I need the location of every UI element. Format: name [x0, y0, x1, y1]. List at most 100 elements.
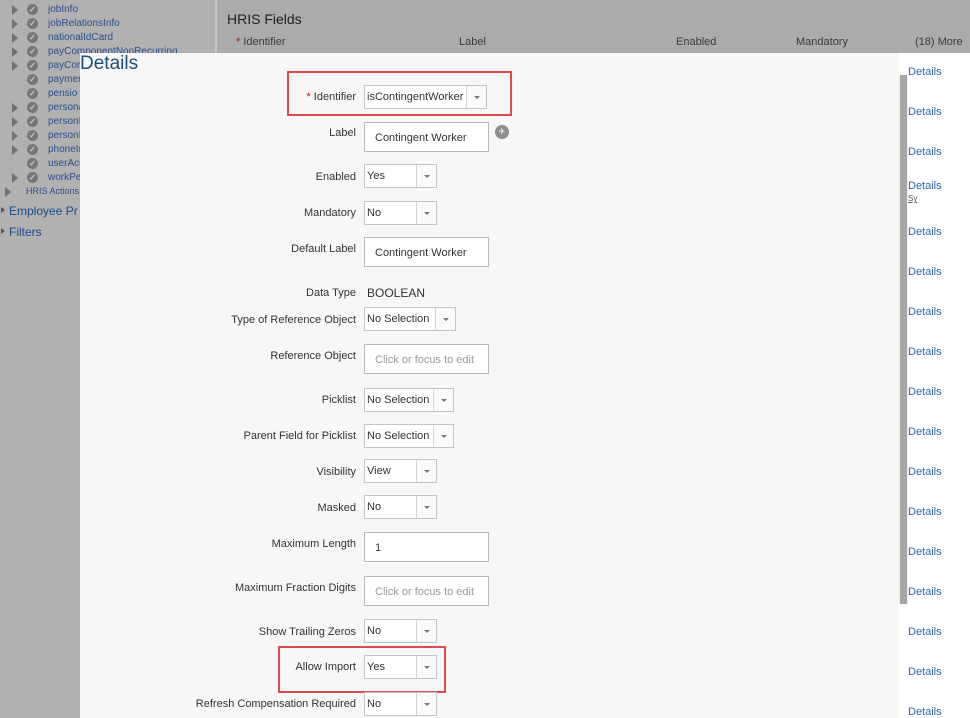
masked-select[interactable]: No — [364, 495, 437, 519]
details-link[interactable]: Details — [908, 426, 942, 438]
tree-item-label: phoneIr — [48, 144, 82, 155]
details-link[interactable]: Details — [908, 306, 942, 318]
expand-triangle-icon[interactable] — [12, 145, 18, 155]
tree-item-label: jobRelationsInfo — [48, 18, 120, 29]
data-type-label: Data Type — [306, 287, 356, 299]
expand-triangle-icon — [1, 228, 5, 234]
highlight-box-identifier — [287, 71, 512, 116]
reference-object-label: Reference Object — [270, 350, 356, 362]
chevron-down-icon[interactable] — [416, 165, 436, 187]
details-link[interactable]: Details — [908, 226, 942, 238]
check-circle-icon: ✓ — [27, 158, 38, 169]
show-trailing-zeros-select[interactable]: No — [364, 619, 437, 643]
column-header-label[interactable]: Label — [459, 36, 486, 48]
tree-item-label: paymen — [48, 74, 84, 85]
expand-triangle-icon[interactable] — [12, 117, 18, 127]
maximum-length-input[interactable]: 1 — [364, 532, 489, 562]
scrollbar-thumb[interactable] — [900, 75, 907, 604]
enabled-label: Enabled — [315, 171, 356, 183]
enabled-select[interactable]: Yes — [364, 164, 437, 188]
type-of-reference-object-select[interactable]: No Selection — [364, 307, 456, 331]
mandatory-label: Mandatory — [304, 207, 356, 219]
refresh-compensation-required-select[interactable]: No — [364, 692, 437, 716]
chevron-down-icon[interactable] — [416, 460, 436, 482]
globe-icon[interactable]: ✈ — [495, 125, 509, 139]
expand-triangle-icon[interactable] — [12, 19, 18, 29]
label-input[interactable]: Contingent Worker — [364, 122, 489, 152]
tree-item[interactable]: ✓ jobInfo — [0, 3, 215, 17]
column-header-identifier[interactable]: * Identifier — [236, 36, 286, 48]
column-header-mandatory[interactable]: Mandatory — [796, 36, 848, 48]
expand-triangle-icon[interactable] — [12, 103, 18, 113]
check-circle-icon: ✓ — [27, 4, 38, 15]
chevron-down-icon[interactable] — [433, 425, 453, 447]
reference-object-placeholder: Click or focus to edit — [375, 354, 475, 366]
expand-triangle-icon[interactable] — [12, 5, 18, 15]
tree-item-label: personI — [48, 116, 82, 127]
details-link[interactable]: Details — [908, 106, 942, 118]
details-link[interactable]: Details — [908, 706, 942, 718]
details-link[interactable]: Details — [908, 586, 942, 598]
picklist-select[interactable]: No Selection — [364, 388, 454, 412]
default-label-value: Contingent Worker — [375, 247, 467, 259]
details-link[interactable]: Details — [908, 346, 942, 358]
expand-triangle-icon — [1, 207, 5, 213]
chevron-down-icon[interactable] — [433, 389, 453, 411]
check-circle-icon: ✓ — [27, 116, 38, 127]
expand-triangle-icon[interactable] — [12, 173, 18, 183]
details-link[interactable]: Details — [908, 66, 942, 78]
section-filters-label: Filters — [9, 225, 42, 239]
parent-field-for-picklist-select[interactable]: No Selection — [364, 424, 454, 448]
default-label-label: Default Label — [291, 243, 356, 255]
expand-triangle-icon[interactable] — [12, 131, 18, 141]
tree-item-label: pensio — [48, 88, 78, 99]
details-link[interactable]: Details — [908, 466, 942, 478]
tree-item-label: workPe — [48, 172, 82, 183]
check-circle-icon: ✓ — [27, 144, 38, 155]
maximum-fraction-digits-input[interactable]: Click or focus to edit — [364, 576, 489, 606]
check-circle-icon: ✓ — [27, 102, 38, 113]
visibility-label: Visibility — [316, 466, 356, 478]
chevron-down-icon[interactable] — [416, 620, 436, 642]
tree-item-label: personI — [48, 130, 82, 141]
chevron-down-icon[interactable] — [416, 496, 436, 518]
visibility-value: View — [367, 465, 391, 477]
dialog-title: Details — [80, 53, 139, 74]
check-circle-icon: ✓ — [27, 60, 38, 71]
expand-triangle-icon[interactable] — [5, 187, 11, 197]
details-link[interactable]: Details — [908, 386, 942, 398]
label-field-label: Label — [329, 127, 356, 139]
details-link[interactable]: Details — [908, 666, 942, 678]
reference-object-input[interactable]: Click or focus to edit — [364, 344, 489, 374]
tree-item[interactable]: ✓ jobRelationsInfo — [0, 17, 215, 31]
page-title: HRIS Fields — [227, 11, 302, 27]
details-link[interactable]: Details — [908, 626, 942, 638]
type-of-reference-object-label: Type of Reference Object — [231, 314, 356, 326]
type-of-reference-object-value: No Selection — [367, 313, 430, 325]
picklist-label: Picklist — [321, 394, 356, 406]
details-links-column: Details Details Details Details Details Detai… — [908, 0, 970, 718]
expand-triangle-icon[interactable] — [12, 33, 18, 43]
check-circle-icon: ✓ — [27, 130, 38, 141]
expand-triangle-icon[interactable] — [12, 61, 18, 71]
visibility-select[interactable]: View — [364, 459, 437, 483]
details-link[interactable]: Details — [908, 506, 942, 518]
picklist-value: No Selection — [367, 394, 430, 406]
details-link[interactable]: Details — [908, 266, 942, 278]
chevron-down-icon[interactable] — [435, 308, 455, 330]
show-trailing-zeros-value: No — [367, 625, 382, 637]
expand-triangle-icon[interactable] — [12, 47, 18, 57]
details-link[interactable]: Details — [908, 180, 942, 192]
tree-item[interactable]: ✓ nationalIdCard — [0, 31, 215, 45]
check-circle-icon: ✓ — [27, 88, 38, 99]
default-label-input[interactable]: Contingent Worker — [364, 237, 489, 267]
column-header-enabled[interactable]: Enabled — [676, 36, 716, 48]
chevron-down-icon[interactable] — [416, 693, 436, 715]
details-link[interactable]: Details — [908, 146, 942, 158]
tree-item-label: jobInfo — [48, 4, 79, 15]
details-link[interactable]: Details — [908, 546, 942, 558]
mandatory-select[interactable]: No — [364, 201, 437, 225]
masked-label: Masked — [317, 502, 356, 514]
tree-item-label: nationalIdCard — [48, 32, 114, 43]
chevron-down-icon[interactable] — [416, 202, 436, 224]
